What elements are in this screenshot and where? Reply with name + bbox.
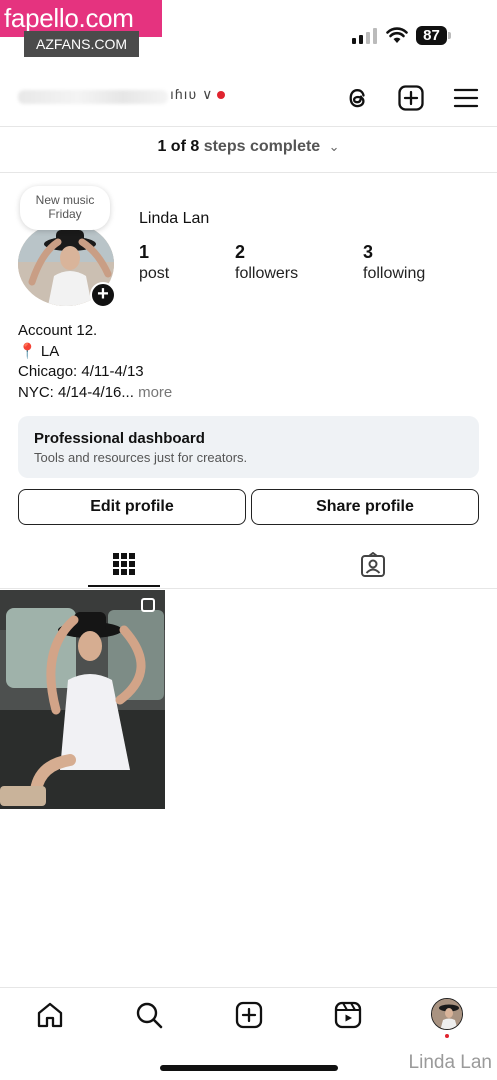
steps-label: steps complete — [203, 138, 321, 155]
battery-tip — [448, 32, 451, 39]
tab-posts-grid[interactable] — [88, 546, 160, 588]
username-blurred[interactable] — [18, 90, 168, 104]
steps-divider — [0, 172, 497, 173]
stat-following[interactable]: 3 following — [363, 242, 425, 283]
profile-steps-progress[interactable]: 1 of 8 steps complete ⌄ — [0, 138, 497, 156]
username-switcher[interactable]: ıɦıʋ ∨ — [170, 86, 226, 103]
tab-active-indicator — [88, 585, 160, 587]
tab-tagged[interactable] — [336, 546, 408, 588]
stat-posts-label: post — [139, 265, 170, 282]
signal-icon — [352, 28, 377, 44]
wifi-icon — [386, 27, 408, 43]
stat-followers-label: followers — [235, 265, 299, 282]
share-profile-button[interactable]: Share profile — [251, 489, 479, 525]
profile-header: ıɦıʋ ∨ — [0, 76, 497, 122]
stat-followers[interactable]: 2 followers — [235, 242, 298, 283]
add-story-button[interactable]: + — [90, 282, 116, 308]
nav-avatar-image — [432, 999, 462, 1029]
carousel-icon — [141, 598, 155, 612]
bio-line-text: NYC: 4/14-4/16... — [18, 383, 134, 401]
menu-icon[interactable] — [452, 84, 480, 112]
professional-dashboard[interactable]: Professional dashboard Tools and resourc… — [18, 416, 479, 478]
stat-posts[interactable]: 1 post — [139, 242, 169, 283]
bottom-nav — [0, 987, 497, 1047]
search-icon[interactable] — [134, 1000, 164, 1030]
home-indicator — [160, 1065, 338, 1071]
bio-line: Chicago: 4/11-4/13 — [18, 363, 144, 380]
notification-dot — [445, 1034, 449, 1038]
bio-location: LA — [40, 342, 60, 360]
bio-line: NYC: 4/14-4/16... more — [18, 383, 172, 404]
tagged-icon — [361, 552, 385, 577]
profile-avatar-tab[interactable] — [431, 998, 463, 1030]
create-icon[interactable] — [397, 84, 425, 112]
bio-line: 📍 LA — [18, 342, 172, 363]
post-image — [0, 590, 165, 809]
dashboard-subtitle: Tools and resources just for creators. — [34, 450, 248, 465]
stat-followers-count: 2 — [235, 242, 246, 262]
threads-icon[interactable] — [344, 84, 372, 112]
post-thumbnail[interactable] — [0, 590, 165, 809]
notification-dot — [217, 91, 226, 100]
chevron-down-icon: ⌄ — [328, 139, 340, 154]
stat-following-count: 3 — [363, 242, 374, 262]
reels-icon[interactable] — [333, 1000, 363, 1030]
battery-indicator: 87 — [416, 26, 452, 45]
home-icon[interactable] — [35, 1000, 65, 1030]
steps-count: 1 of 8 — [157, 138, 200, 155]
create-icon[interactable] — [234, 1000, 264, 1030]
note-line-1: New music — [35, 193, 95, 207]
battery-level: 87 — [416, 26, 447, 45]
dashboard-title: Professional dashboard — [34, 430, 205, 447]
username-tail-text: ıɦıʋ ∨ — [170, 86, 214, 102]
bio-line: Account 12. — [18, 322, 98, 339]
stat-following-label: following — [363, 265, 426, 282]
bio: Account 12. 📍 LA Chicago: 4/11-4/13 NYC:… — [18, 321, 172, 403]
note-line-2: Friday — [48, 207, 82, 221]
tag-watermark: AZFANS.COM — [24, 31, 139, 57]
display-name: Linda Lan — [139, 210, 210, 227]
stat-posts-count: 1 — [139, 242, 150, 262]
note-bubble[interactable]: New music Friday — [20, 186, 110, 230]
location-pin-icon: 📍 — [18, 342, 37, 360]
edit-profile-button[interactable]: Edit profile — [18, 489, 246, 525]
header-divider — [0, 126, 497, 127]
grid-icon — [113, 553, 135, 575]
corner-watermark: Linda Lan — [408, 1052, 492, 1073]
tabs-divider — [0, 588, 497, 589]
bio-more-link[interactable]: more — [138, 384, 172, 401]
